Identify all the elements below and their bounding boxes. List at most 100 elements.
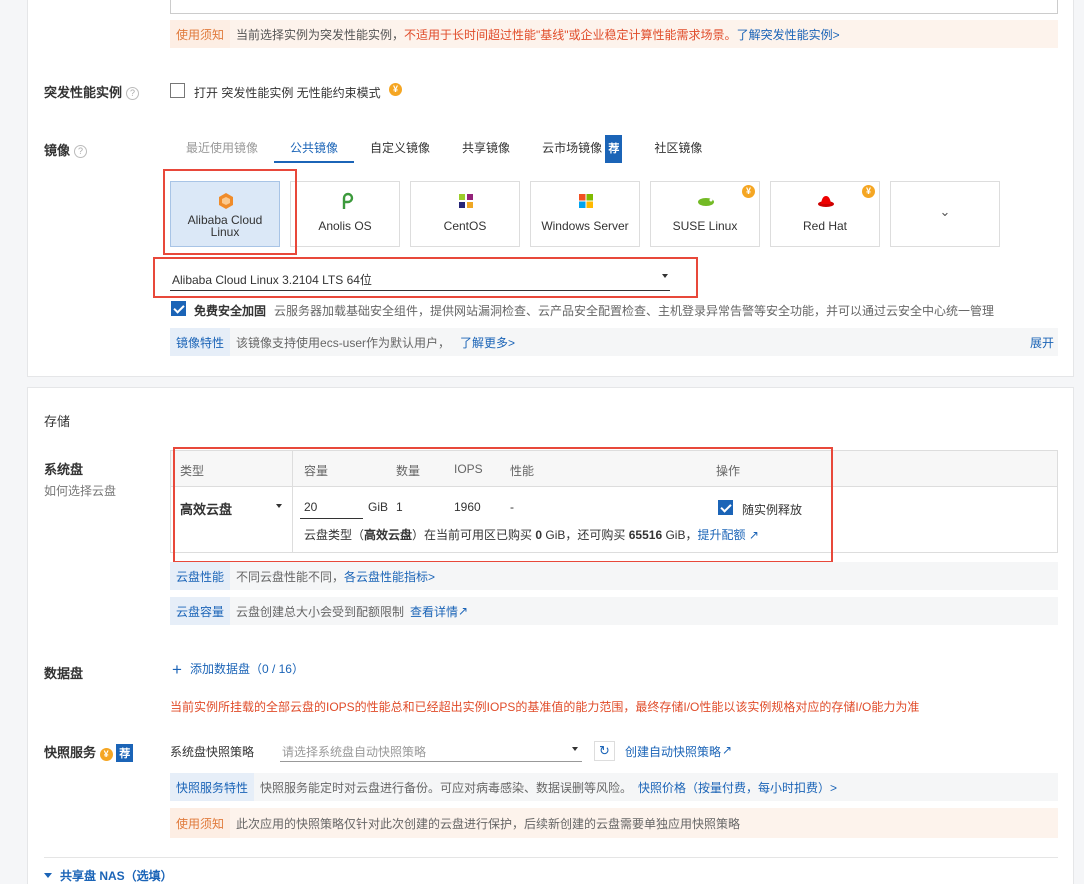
add-data-disk-button[interactable]: + 添加数据盘（0 / 16） (172, 660, 304, 680)
recommend-badge: 荐 (605, 135, 623, 163)
suse-icon (698, 198, 714, 206)
redhat-icon (818, 196, 834, 207)
header-ops: 操作 (716, 464, 741, 478)
header-type: 类型 (180, 464, 205, 478)
security-label: 免费安全加固 (194, 304, 267, 318)
coin-icon: ¥ (862, 185, 875, 198)
disk-count: 1 (396, 500, 403, 514)
disk-quota-info: 云盘类型（高效云盘）在当前可用区已购买 0 GiB，还可购买 65516 GiB… (304, 528, 759, 542)
disk-iops: 1960 (454, 500, 481, 514)
image-tile-alibaba-cloud-linux[interactable]: Alibaba Cloud Linux (170, 181, 280, 247)
tab-recent-images[interactable]: 最近使用镜像 (170, 135, 274, 163)
help-icon[interactable]: ? (126, 87, 140, 100)
cap-tag: 云盘容量 (170, 597, 231, 625)
image-tile-anolis[interactable]: Anolis OS (290, 181, 400, 247)
chevron-down-icon: ⌄ (939, 204, 951, 219)
perf-tag: 云盘性能 (170, 562, 231, 590)
burst-unlimited-checkbox[interactable] (170, 83, 185, 98)
notice-warning: 不适用于长时间超过性能"基线"或企业稳定计算性能需求场景。 (404, 27, 737, 42)
release-label: 随实例释放 (742, 503, 803, 517)
image-version-select[interactable]: Alibaba Cloud Linux 3.2104 LTS 64位 (172, 271, 372, 288)
coin-icon: ¥ (742, 185, 755, 198)
capacity-underline (300, 518, 363, 519)
burst-label: 突发性能实例? (44, 82, 140, 101)
caret-down-icon (572, 747, 578, 751)
disk-performance-bar: 云盘性能 不同云盘性能不同， 各云盘性能指标> (170, 562, 1058, 590)
recommend-badge: 荐 (116, 744, 134, 762)
perf-text: 不同云盘性能不同， (236, 569, 345, 584)
expand-link[interactable]: 展开 (1030, 334, 1054, 351)
coin-icon: ¥ (99, 748, 113, 761)
header-iops: IOPS (454, 462, 483, 476)
image-tile-windows-server[interactable]: Windows Server (530, 181, 640, 247)
tab-public-images[interactable]: 公共镜像 (274, 135, 355, 163)
perf-link[interactable]: 各云盘性能指标> (344, 568, 435, 585)
snapshot-feature-bar: 快照服务特性 快照服务能定时对云盘进行备份。可应对病毒感染、数据误删等风险。 快… (170, 773, 1058, 801)
centos-icon (459, 194, 473, 208)
image-tile-suse-linux[interactable]: ¥ SUSE Linux (650, 181, 760, 247)
image-label: 镜像? (44, 140, 88, 159)
snapshot-notice: 使用须知 此次应用的快照策略仅针对此次创建的云盘进行保护，后续新创建的云盘需要单… (170, 808, 1058, 838)
windows-icon (579, 194, 593, 208)
raise-quota-link[interactable]: 提升配额 (697, 528, 745, 542)
select-underline (280, 761, 582, 762)
disk-type-select[interactable]: 高效云盘 (180, 499, 232, 518)
header-capacity: 容量 (304, 464, 329, 478)
refresh-button[interactable]: ↻ (594, 741, 615, 761)
help-icon[interactable]: ? (74, 145, 88, 158)
caret-down-icon (276, 504, 282, 508)
refresh-icon: ↻ (599, 743, 610, 758)
section-divider (44, 857, 1058, 858)
image-tile-red-hat[interactable]: ¥ Red Hat (770, 181, 880, 247)
burst-checkbox-label: 打开 突发性能实例 无性能约束模式 (194, 86, 381, 100)
external-link-icon: ↗ (722, 743, 733, 757)
data-disk-label: 数据盘 (44, 666, 84, 681)
caret-down-icon (44, 873, 52, 878)
header-perf: 性能 (510, 464, 535, 478)
snapshot-notice-tag: 使用须知 (170, 808, 231, 838)
iops-warning: 当前实例所挂载的全部云盘的IOPS的性能总和已经超出实例IOPS的基准值的能力范… (170, 700, 920, 714)
system-disk-label: 系统盘 (44, 462, 84, 477)
image-feature-bar: 镜像特性 该镜像支持使用ecs-user作为默认用户， 了解更多> 展开 (170, 328, 1058, 356)
snapshot-policy-label: 系统盘快照策略 (170, 745, 255, 759)
select-underline (170, 290, 670, 291)
image-tile-centos[interactable]: CentOS (410, 181, 520, 247)
notice-tag: 使用须知 (170, 20, 231, 48)
capacity-input[interactable]: 20 (304, 500, 317, 514)
table-col-divider (292, 451, 293, 552)
disk-capacity-bar: 云盘容量 云盘创建总大小会受到配额限制 查看详情 ↗ (170, 597, 1058, 625)
create-snapshot-policy-link[interactable]: 创建自动快照策略 (625, 743, 721, 760)
plus-icon: + (172, 660, 182, 679)
caret-down-icon (662, 274, 668, 278)
more-images-button[interactable]: ⌄ (890, 181, 1000, 247)
image-tabs: 最近使用镜像 公共镜像 自定义镜像 共享镜像 云市场镜像 荐 社区镜像 (170, 135, 718, 163)
release-with-instance-checkbox[interactable] (718, 500, 733, 515)
feature-tag: 镜像特性 (170, 328, 231, 356)
choose-disk-help[interactable]: 如何选择云盘 (44, 482, 116, 499)
external-link-icon: ↗ (745, 528, 759, 542)
feature-text: 该镜像支持使用ecs-user作为默认用户， (236, 335, 451, 350)
storage-title: 存储 (44, 414, 71, 429)
snapshot-policy-select[interactable]: 请选择系统盘自动快照策略 (282, 743, 426, 760)
tab-marketplace-images[interactable]: 云市场镜像 荐 (526, 135, 638, 163)
coin-icon: ¥ (389, 83, 402, 96)
burst-notice: 使用须知 当前选择实例为突发性能实例， 不适用于长时间超过性能"基线"或企业稳定… (170, 20, 1058, 48)
learn-more-link[interactable]: 了解更多> (460, 334, 515, 351)
snapshot-price-link[interactable]: 快照价格（按量付费，每小时扣费）> (638, 779, 837, 796)
security-checkbox[interactable] (171, 301, 186, 316)
cap-link[interactable]: 查看详情 (410, 603, 458, 620)
tab-community-images[interactable]: 社区镜像 (638, 135, 718, 163)
snapshot-label: 快照服务 ¥ 荐 (44, 742, 134, 762)
anolis-icon (342, 192, 354, 209)
security-desc: 云服务器加载基础安全组件，提供网站漏洞检查、云产品安全配置检查、主机登录异常告警… (274, 304, 995, 318)
capacity-unit: GiB (368, 500, 389, 514)
disk-perf: - (510, 500, 514, 514)
notice-text: 当前选择实例为突发性能实例， (236, 27, 405, 42)
snapshot-feature-text: 快照服务能定时对云盘进行备份。可应对病毒感染、数据误删等风险。 (260, 780, 633, 795)
top-input-remnant (170, 0, 1058, 14)
cap-text: 云盘创建总大小会受到配额限制 (236, 604, 405, 619)
nas-toggle[interactable]: 共享盘 NAS（选填） (44, 867, 173, 884)
burst-learn-link[interactable]: 了解突发性能实例> (737, 26, 840, 43)
tab-custom-images[interactable]: 自定义镜像 (354, 135, 446, 163)
tab-shared-images[interactable]: 共享镜像 (446, 135, 526, 163)
